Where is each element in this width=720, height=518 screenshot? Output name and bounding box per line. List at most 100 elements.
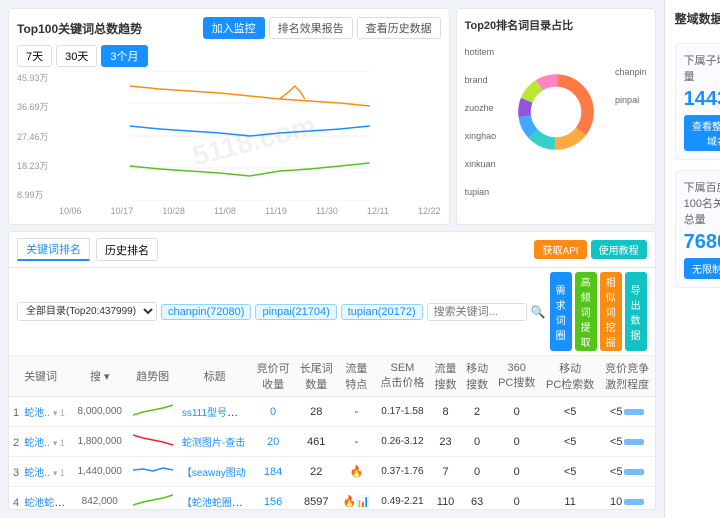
time-3months[interactable]: 3个月 xyxy=(101,45,147,67)
filter-tags: chanpin(72080) pinpai(21704) tupian(2017… xyxy=(161,304,423,320)
col-title: 标题 xyxy=(178,356,252,397)
cell-longtail-0: 28 xyxy=(295,397,338,427)
unlimited-view-btn[interactable]: 无限制查看 xyxy=(684,258,720,279)
y-label-3: 27.46万 xyxy=(17,130,55,143)
category-filter-select[interactable]: 全部目录(Top20:437999) chanpin(Top20:21704) … xyxy=(17,302,157,321)
svg-text:5118.com: 5118.com xyxy=(189,109,319,172)
table-row: 2 蛇池.. ▾ 1 1,800,000 蛇测图片-查击 20 461 - 0.… xyxy=(9,427,655,457)
tab-history-rank[interactable]: 历史排名 xyxy=(96,238,158,261)
cell-bid-3: 156 xyxy=(252,487,295,511)
subdomain-label: 下属子域名总量 xyxy=(684,52,720,84)
x-label-4: 11/08 xyxy=(214,206,236,216)
table-row: 1 蛇池.. ▾ 1 8,000,000 ss111型号纸像- 0 28 - 0… xyxy=(9,397,655,427)
col-longtail: 长尾词数量 xyxy=(295,356,338,397)
cell-longtail-1: 461 xyxy=(295,427,338,457)
cell-title-1: 蛇测图片-查击 xyxy=(178,427,252,457)
search-icon: 🔍 xyxy=(531,305,546,319)
keyword-search-input[interactable] xyxy=(427,303,527,321)
cell-competition-1: <5 xyxy=(600,427,655,457)
table-row: 4 蛇池蛇圈1 ▾ 1 842,000 【蛇池蛇圈1】价 156 8597 🔥📊… xyxy=(9,487,655,511)
get-api-btn[interactable]: 获取API xyxy=(534,240,586,259)
cell-flow-3: 110 xyxy=(430,487,462,511)
right-panel: 整域数据概况 下属子域名总量 14435 查看整域子域名 下属百度前100名关键… xyxy=(664,0,720,518)
col-mobile-pc: 移动PC检索数 xyxy=(541,356,600,397)
cell-volume-2: 1,440,000 xyxy=(72,457,127,487)
cell-trend-1 xyxy=(127,427,178,457)
view-subdomain-btn[interactable]: 查看整域子域名 xyxy=(684,115,720,151)
donut-chart xyxy=(511,67,601,157)
donut-label-hotitem: hotitem xyxy=(465,47,497,57)
cell-traffic-3: 🔥📊 xyxy=(338,487,375,511)
cell-title-2: 【seaway图动 xyxy=(178,457,252,487)
y-label-2: 36.69万 xyxy=(17,100,55,113)
time-filter-group: 7天 30天 3个月 xyxy=(17,45,441,67)
table-row: 3 蛇池.. ▾ 1 1,440,000 【seaway图动 184 22 🔥 … xyxy=(9,457,655,487)
col-competition: 竞价竞争激烈程度 xyxy=(600,356,655,397)
cell-flow-1: 23 xyxy=(430,427,462,457)
cell-traffic-2: 🔥 xyxy=(338,457,375,487)
cell-mobile-pc-3: 11 xyxy=(541,487,600,511)
donut-title: Top20排名词目录占比 xyxy=(465,17,647,33)
cell-longtail-2: 22 xyxy=(295,457,338,487)
cell-volume-3: 842,000 xyxy=(72,487,127,511)
high-freq-btn[interactable]: 高频词提取 xyxy=(575,272,597,351)
donut-label-xinkuan: xinkuan xyxy=(465,159,497,169)
x-label-3: 10/28 xyxy=(162,206,185,216)
history-data-btn[interactable]: 查看历史数据 xyxy=(357,17,441,39)
x-label-6: 11/30 xyxy=(316,206,338,216)
y-label-4: 18.23万 xyxy=(17,159,55,172)
cell-360-1: 0 xyxy=(493,427,541,457)
subdomain-value: 14435 xyxy=(684,88,720,111)
col-sem: SEM点击价格 xyxy=(375,356,430,397)
tutorial-btn[interactable]: 使用教程 xyxy=(591,240,647,259)
cell-trend-0 xyxy=(127,397,178,427)
subdomain-stat-card: 下属子域名总量 14435 查看整域子域名 xyxy=(675,43,720,160)
action-buttons: 需求词圈 高频词提取 相似词挖掘 导出数据 xyxy=(550,272,647,351)
cell-mobile-pc-1: <5 xyxy=(541,427,600,457)
cell-keyword-3: 4 蛇池蛇圈1 ▾ 1 xyxy=(9,487,72,511)
x-label-8: 12/22 xyxy=(418,206,441,216)
filter-tag-chanpin[interactable]: chanpin(72080) xyxy=(161,304,251,320)
col-mobile: 移动搜数 xyxy=(461,356,493,397)
ranking-report-btn[interactable]: 排名效果报告 xyxy=(269,17,353,39)
cell-keyword-0: 1 蛇池.. ▾ 1 xyxy=(9,397,72,427)
table-tabs: 关键词排名 历史排名 获取API 使用教程 xyxy=(9,232,655,268)
add-monitor-btn[interactable]: 加入监控 xyxy=(203,17,265,39)
cell-competition-3: 10 xyxy=(600,487,655,511)
cell-sem-0: 0.17-1.58 xyxy=(375,397,430,427)
similar-words-btn[interactable]: 相似词挖掘 xyxy=(600,272,622,351)
demand-words-btn[interactable]: 需求词圈 xyxy=(550,272,572,351)
col-traffic: 流量特点 xyxy=(338,356,375,397)
donut-label-tupian: tupian xyxy=(465,187,497,197)
cell-trend-2 xyxy=(127,457,178,487)
cell-flow-2: 7 xyxy=(430,457,462,487)
cell-title-0: ss111型号纸像- xyxy=(178,397,252,427)
filter-row: 全部目录(Top20:437999) chanpin(Top20:21704) … xyxy=(9,268,655,356)
cell-trend-3 xyxy=(127,487,178,511)
col-360: 360PC搜数 xyxy=(493,356,541,397)
cell-competition-0: <5 xyxy=(600,397,655,427)
chart-title: Top100关键词总数趋势 xyxy=(17,20,142,37)
cell-sem-2: 0.37-1.76 xyxy=(375,457,430,487)
cell-traffic-0: - xyxy=(338,397,375,427)
cell-keyword-2: 3 蛇池.. ▾ 1 xyxy=(9,457,72,487)
time-30days[interactable]: 30天 xyxy=(56,45,97,67)
keyword-label: 下属百度前100名关键词总量 xyxy=(684,179,720,227)
donut-label-zuozhe: zuozhe xyxy=(465,103,497,113)
cell-volume-0: 8,000,000 xyxy=(72,397,127,427)
cell-sem-1: 0.26-3.12 xyxy=(375,427,430,457)
cell-flow-0: 8 xyxy=(430,397,462,427)
cell-competition-2: <5 xyxy=(600,457,655,487)
filter-tag-tupian[interactable]: tupian(20172) xyxy=(341,304,423,320)
time-7days[interactable]: 7天 xyxy=(17,45,52,67)
cell-mobile-3: 63 xyxy=(461,487,493,511)
export-data-btn[interactable]: 导出数据 xyxy=(625,272,647,351)
donut-label-xinghao: xinghao xyxy=(465,131,497,141)
filter-tag-pinpai[interactable]: pinpai(21704) xyxy=(255,304,336,320)
donut-label-pinpai: pinpai xyxy=(615,95,647,105)
col-bid: 竞价可收量 xyxy=(252,356,295,397)
cell-traffic-1: - xyxy=(338,427,375,457)
line-chart: 5118.com xyxy=(59,71,441,201)
x-label-2: 10/17 xyxy=(111,206,134,216)
tab-keyword-rank[interactable]: 关键词排名 xyxy=(17,238,90,261)
